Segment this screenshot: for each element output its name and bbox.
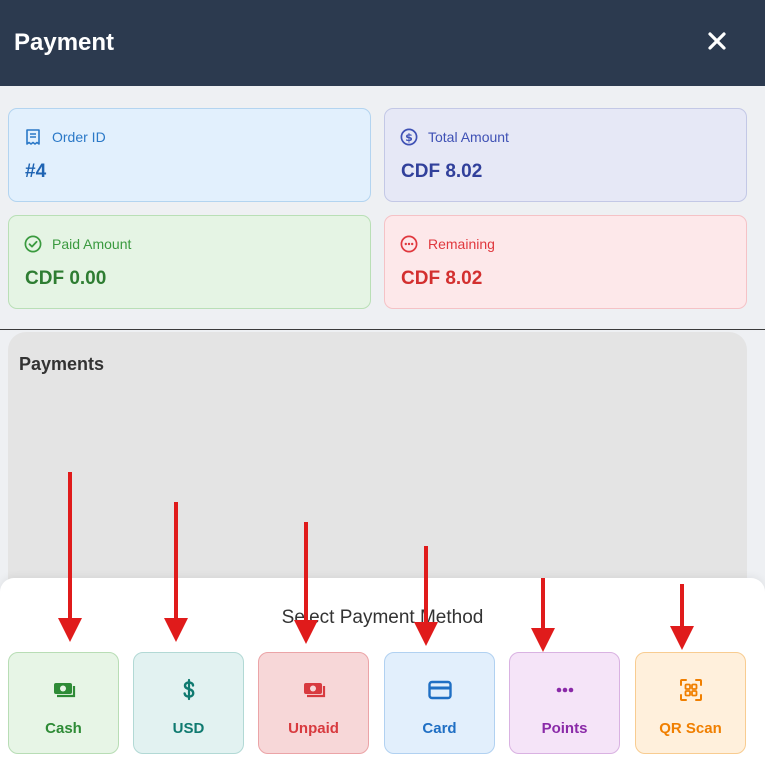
order-id-card: Order ID #4 [8,108,371,202]
total-amount-value: CDF 8.02 [401,161,483,182]
credit-card-icon [427,680,452,700]
cash-label: Cash [45,720,82,737]
modal-title: Payment [14,29,115,56]
usd-label: USD [172,720,205,737]
dots-icon [556,687,573,693]
paid-amount-value: CDF 0.00 [25,268,107,289]
card-label: Card [422,720,457,737]
total-amount-label: Total Amount [428,129,509,145]
modal-header: Payment [0,0,765,86]
section-divider [0,329,765,330]
points-button[interactable]: Points [509,652,620,754]
dollar-circle-icon: $ [400,128,418,146]
close-icon[interactable] [705,26,729,56]
receipt-icon [26,129,40,145]
qr-scan-label: QR Scan [659,720,722,737]
check-circle-icon [24,235,42,253]
svg-text:$: $ [405,131,413,144]
cash-button[interactable]: Cash [8,652,119,754]
qr-scan-button[interactable]: QR Scan [635,652,746,754]
unpaid-icon [303,683,325,698]
cash-icon [53,683,75,698]
order-id-value: #4 [25,161,47,182]
total-amount-card: $ Total Amount CDF 8.02 [384,108,747,202]
paid-amount-label: Paid Amount [52,236,132,252]
order-id-label: Order ID [52,129,106,145]
card-button[interactable]: Card [384,652,495,754]
payment-method-sheet: Select Payment Method Cash USD Unpaid Ca… [0,578,765,763]
paid-amount-card: Paid Amount CDF 0.00 [8,215,371,309]
remaining-card: Remaining CDF 8.02 [384,215,747,309]
dollar-icon [182,678,194,701]
points-label: Points [541,720,588,737]
qr-scan-icon [679,679,702,701]
remaining-label: Remaining [428,236,495,252]
payments-title: Payments [19,354,105,374]
usd-button[interactable]: USD [133,652,244,754]
payment-method-title: Select Payment Method [281,607,484,628]
unpaid-label: Unpaid [288,720,339,737]
pending-circle-icon [400,235,418,253]
unpaid-button[interactable]: Unpaid [258,652,369,754]
remaining-value: CDF 8.02 [401,268,483,289]
